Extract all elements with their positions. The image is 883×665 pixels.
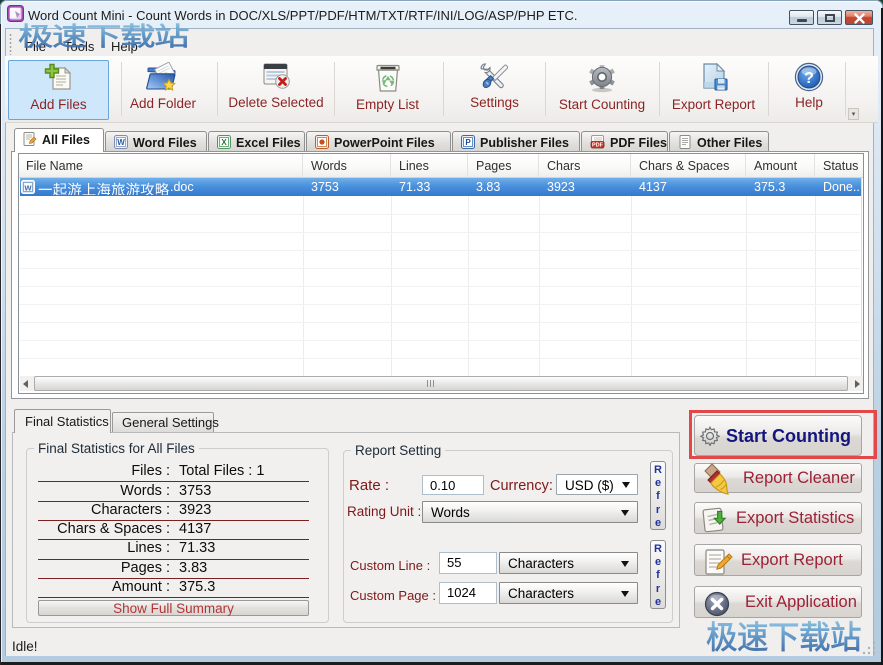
- svg-text:W: W: [117, 138, 125, 147]
- svg-text:PDF: PDF: [592, 143, 604, 149]
- svg-text:P: P: [465, 138, 471, 147]
- svg-text:w: w: [23, 183, 32, 193]
- svg-text:?: ?: [804, 70, 814, 87]
- svg-text:X: X: [221, 138, 227, 147]
